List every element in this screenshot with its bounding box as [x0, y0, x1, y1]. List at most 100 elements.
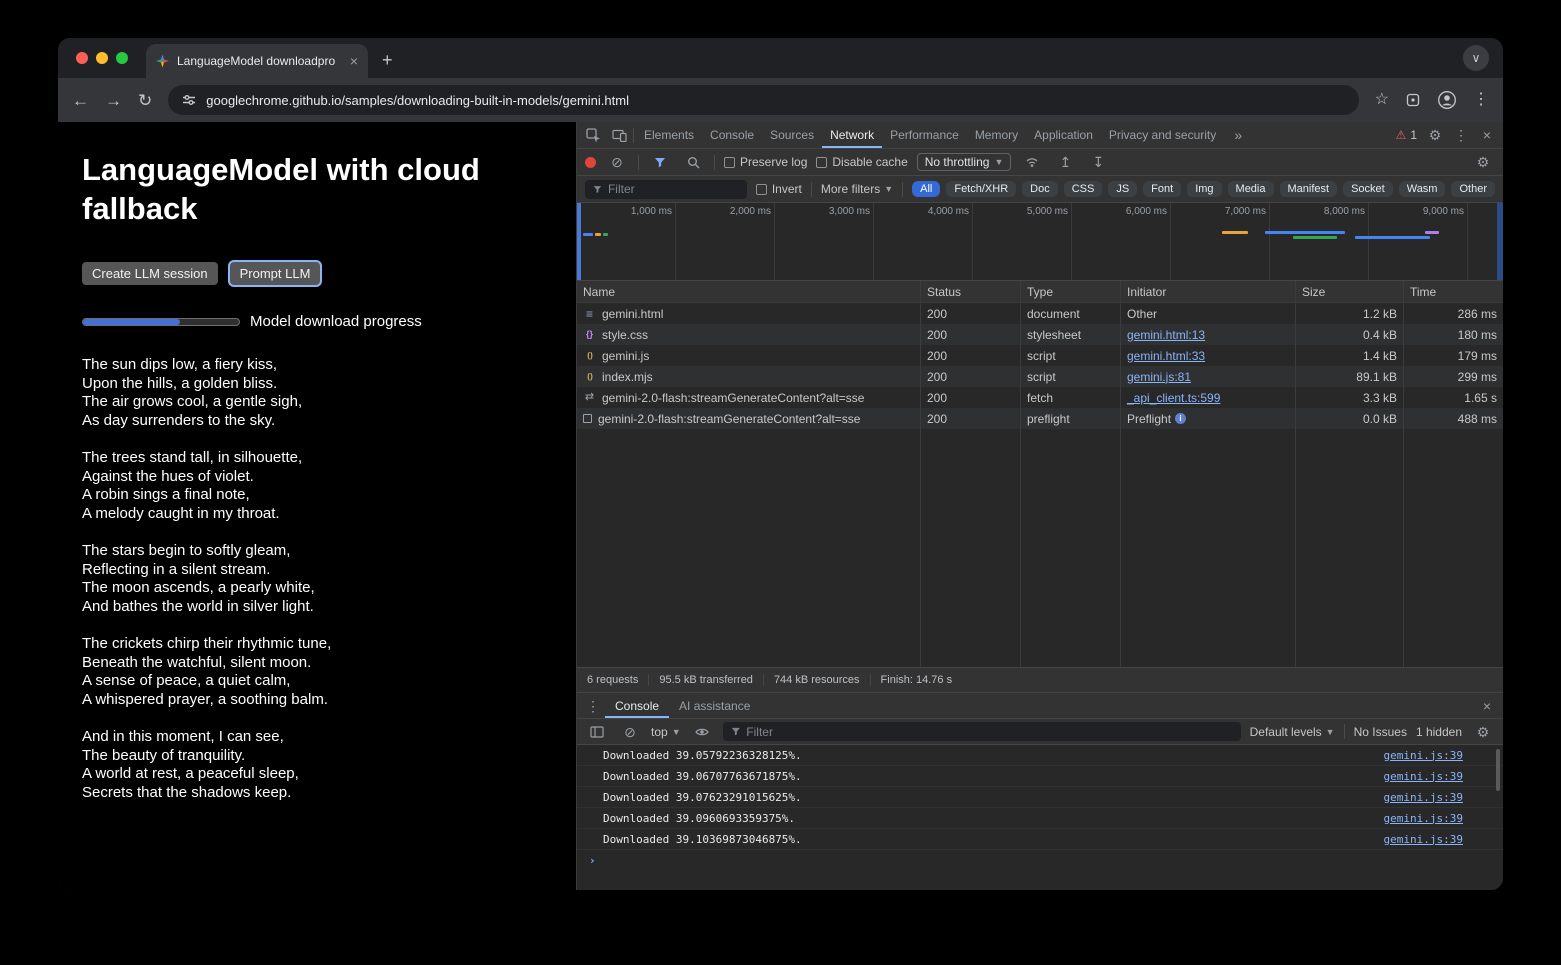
hidden-count-label[interactable]: 1 hidden: [1416, 725, 1462, 739]
filter-chip[interactable]: Doc: [1022, 181, 1058, 197]
create-llm-session-button[interactable]: Create LLM session: [82, 262, 218, 285]
devtools-tab[interactable]: Application: [1026, 122, 1101, 148]
network-request-row[interactable]: style.css 200 stylesheet gemini.html:13 …: [577, 324, 1503, 345]
network-request-row[interactable]: gemini-2.0-flash:streamGenerateContent?a…: [577, 408, 1503, 429]
console-filter-input[interactable]: [746, 725, 1232, 739]
filter-chip[interactable]: Img: [1187, 181, 1221, 197]
inspect-element-icon[interactable]: [581, 123, 605, 147]
tab-close-icon[interactable]: ×: [350, 54, 358, 68]
profile-avatar-icon[interactable]: [1437, 90, 1457, 110]
extensions-icon[interactable]: [1405, 92, 1421, 108]
export-har-icon[interactable]: ↧: [1086, 150, 1110, 174]
browser-menu-icon[interactable]: ⋮: [1473, 92, 1489, 108]
request-initiator[interactable]: Other: [1127, 307, 1157, 321]
filter-chip[interactable]: CSS: [1064, 181, 1103, 197]
request-initiator[interactable]: _api_client.ts:599: [1127, 391, 1220, 405]
clear-console-icon[interactable]: ⊘: [618, 720, 642, 744]
network-request-row[interactable]: gemini.js 200 script gemini.html:33 i 1.…: [577, 345, 1503, 366]
request-initiator[interactable]: gemini.html:33: [1127, 349, 1205, 363]
network-request-row[interactable]: gemini-2.0-flash:streamGenerateContent?a…: [577, 387, 1503, 408]
devtools-tab[interactable]: Sources: [762, 122, 822, 148]
window-minimize-button[interactable]: [96, 52, 108, 64]
column-header-type[interactable]: Type: [1021, 281, 1121, 302]
network-filter-box[interactable]: [585, 180, 747, 199]
column-header-name[interactable]: Name: [577, 281, 921, 302]
console-context-select[interactable]: top ▼: [651, 725, 681, 739]
filter-chip[interactable]: Wasm: [1399, 181, 1446, 197]
devtools-tab[interactable]: Performance: [882, 122, 967, 148]
tab-search-chevron-icon[interactable]: ∨: [1463, 45, 1489, 71]
default-levels-select[interactable]: Default levels ▼: [1250, 725, 1335, 739]
invert-checkbox[interactable]: Invert: [756, 182, 802, 196]
device-toolbar-icon[interactable]: [607, 123, 631, 147]
devtools-tab[interactable]: Privacy and security: [1101, 122, 1224, 148]
disable-cache-checkbox[interactable]: Disable cache: [816, 155, 907, 169]
console-message-source-link[interactable]: gemini.js:39: [1384, 749, 1463, 762]
drawer-close-icon[interactable]: ×: [1475, 694, 1499, 718]
devtools-tab[interactable]: Elements: [636, 122, 702, 148]
window-close-button[interactable]: [76, 52, 88, 64]
console-message-source-link[interactable]: gemini.js:39: [1384, 791, 1463, 804]
request-initiator[interactable]: Preflight: [1127, 412, 1171, 426]
network-request-row[interactable]: gemini.html 200 document Other i 1.2 kB …: [577, 303, 1503, 324]
filter-chip[interactable]: Other: [1451, 181, 1495, 197]
drawer-tab[interactable]: AI assistance: [669, 693, 760, 718]
console-settings-gear-icon[interactable]: ⚙: [1471, 720, 1495, 744]
filter-chip[interactable]: Font: [1143, 181, 1181, 197]
filter-chip[interactable]: JS: [1108, 181, 1137, 197]
new-tab-button[interactable]: +: [382, 50, 393, 71]
devtools-tab[interactable]: Network: [822, 122, 882, 148]
column-header-status[interactable]: Status: [921, 281, 1021, 302]
console-prompt[interactable]: ›: [577, 850, 1503, 871]
overview-right-handle[interactable]: [1497, 203, 1503, 280]
filter-chip[interactable]: Fetch/XHR: [946, 181, 1016, 197]
filter-chip[interactable]: Media: [1228, 181, 1274, 197]
column-header-size[interactable]: Size: [1296, 281, 1404, 302]
network-filter-input[interactable]: [608, 182, 739, 196]
forward-icon[interactable]: →: [105, 92, 122, 109]
filter-chip[interactable]: Manifest: [1280, 181, 1338, 197]
console-sidebar-icon[interactable]: [585, 720, 609, 744]
search-icon[interactable]: [681, 150, 705, 174]
request-initiator[interactable]: gemini.html:13: [1127, 328, 1205, 342]
devtools-close-icon[interactable]: ×: [1475, 123, 1499, 147]
throttling-select[interactable]: No throttling ▼: [917, 153, 1012, 171]
column-header-time[interactable]: Time: [1404, 281, 1503, 302]
filter-chip[interactable]: All: [912, 181, 940, 197]
reload-icon[interactable]: ↻: [138, 92, 152, 109]
preserve-log-checkbox[interactable]: Preserve log: [724, 155, 807, 169]
filter-funnel-icon[interactable]: [648, 150, 672, 174]
console-message-source-link[interactable]: gemini.js:39: [1384, 833, 1463, 846]
window-zoom-button[interactable]: [116, 52, 128, 64]
omnibox[interactable]: googlechrome.github.io/samples/downloadi…: [168, 85, 1358, 115]
import-har-icon[interactable]: ↥: [1053, 150, 1077, 174]
browser-tab[interactable]: LanguageModel downloadpro ×: [146, 44, 368, 78]
drawer-tab[interactable]: Console: [605, 693, 669, 718]
devtools-settings-gear-icon[interactable]: ⚙: [1423, 123, 1447, 147]
network-conditions-icon[interactable]: [1020, 150, 1044, 174]
network-overview-timeline[interactable]: 1,000 ms2,000 ms3,000 ms4,000 ms5,000 ms…: [577, 203, 1503, 281]
devtools-tab[interactable]: Console: [702, 122, 762, 148]
back-icon[interactable]: ←: [72, 92, 89, 109]
column-header-initiator[interactable]: Initiator: [1121, 281, 1296, 302]
more-filters-select[interactable]: More filters ▼: [821, 182, 893, 196]
devtools-menu-icon[interactable]: ⋮: [1449, 123, 1473, 147]
overview-left-handle[interactable]: [577, 203, 581, 280]
clear-network-log-icon[interactable]: ⊘: [605, 150, 629, 174]
network-request-row[interactable]: index.mjs 200 script gemini.js:81 i 89.1…: [577, 366, 1503, 387]
live-expression-eye-icon[interactable]: [690, 720, 714, 744]
console-scrollbar[interactable]: [1496, 749, 1500, 791]
more-tabs-icon[interactable]: »: [1226, 123, 1250, 147]
url-text[interactable]: googlechrome.github.io/samples/downloadi…: [206, 93, 629, 108]
devtools-tab[interactable]: Memory: [967, 122, 1026, 148]
bookmark-star-icon[interactable]: ☆: [1375, 92, 1389, 108]
console-message-source-link[interactable]: gemini.js:39: [1384, 812, 1463, 825]
console-message-source-link[interactable]: gemini.js:39: [1384, 770, 1463, 783]
record-network-log-icon[interactable]: [585, 157, 596, 168]
filter-chip[interactable]: Socket: [1343, 181, 1393, 197]
error-badge[interactable]: ⚠ 1: [1392, 128, 1421, 142]
network-settings-gear-icon[interactable]: ⚙: [1471, 150, 1495, 174]
drawer-menu-icon[interactable]: ⋮: [581, 694, 605, 718]
site-controls-icon[interactable]: [182, 94, 196, 106]
request-initiator[interactable]: gemini.js:81: [1127, 370, 1191, 384]
